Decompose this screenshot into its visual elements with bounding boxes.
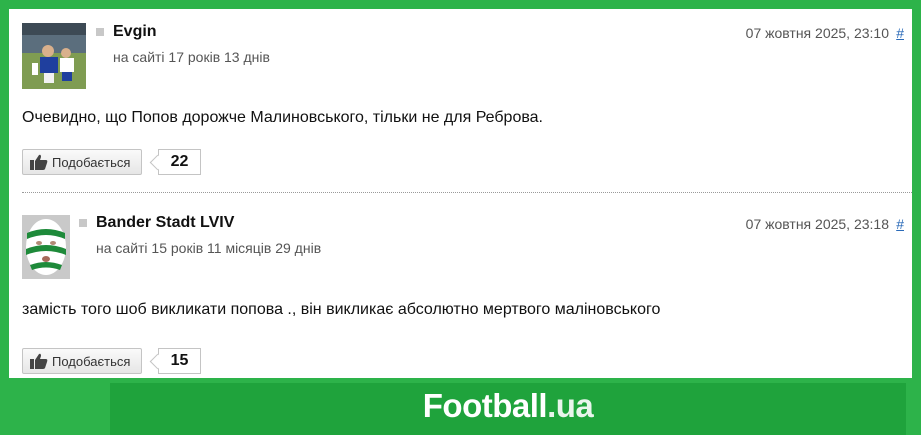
comment-username[interactable]: Bander Stadt LVIV — [96, 214, 234, 232]
membership-duration: на сайті 17 років 13 днів — [113, 49, 270, 65]
status-indicator — [96, 28, 104, 36]
comment-item: Evgin на сайті 17 років 13 днів 07 жовтн… — [9, 9, 912, 192]
permalink-link[interactable]: # — [896, 25, 904, 41]
like-label: Подобається — [52, 353, 131, 369]
membership-duration: на сайті 15 років 11 місяців 29 днів — [96, 240, 322, 256]
comments-panel: Evgin на сайті 17 років 13 днів 07 жовтн… — [9, 9, 912, 378]
comment-date: 07 жовтня 2025, 23:18 — [745, 216, 889, 232]
comment-date: 07 жовтня 2025, 23:10 — [745, 25, 889, 41]
comment-username[interactable]: Evgin — [113, 23, 157, 41]
logo-main: Football — [422, 387, 548, 424]
comment-text: замість того шоб викликати попова ., він… — [22, 301, 661, 318]
comment-item: Bander Stadt LVIV на сайті 15 років 11 м… — [9, 193, 912, 378]
status-indicator — [79, 219, 87, 227]
like-button[interactable]: Подобається — [22, 348, 142, 374]
like-button[interactable]: Подобається — [22, 149, 142, 175]
avatar[interactable] — [22, 23, 86, 89]
thumbs-up-icon — [30, 353, 48, 369]
like-label: Подобається — [52, 154, 131, 170]
like-count: 22 — [158, 149, 201, 175]
logo-domain: .ua — [547, 387, 594, 424]
site-logo[interactable]: Football.ua — [110, 387, 906, 425]
permalink-link[interactable]: # — [896, 216, 904, 232]
footer-banner[interactable]: Football.ua — [110, 383, 906, 435]
like-count: 15 — [158, 348, 201, 374]
comment-text: Очевидно, що Попов дорожче Малиновського… — [22, 109, 543, 126]
avatar[interactable] — [22, 215, 70, 279]
thumbs-up-icon — [30, 154, 48, 170]
